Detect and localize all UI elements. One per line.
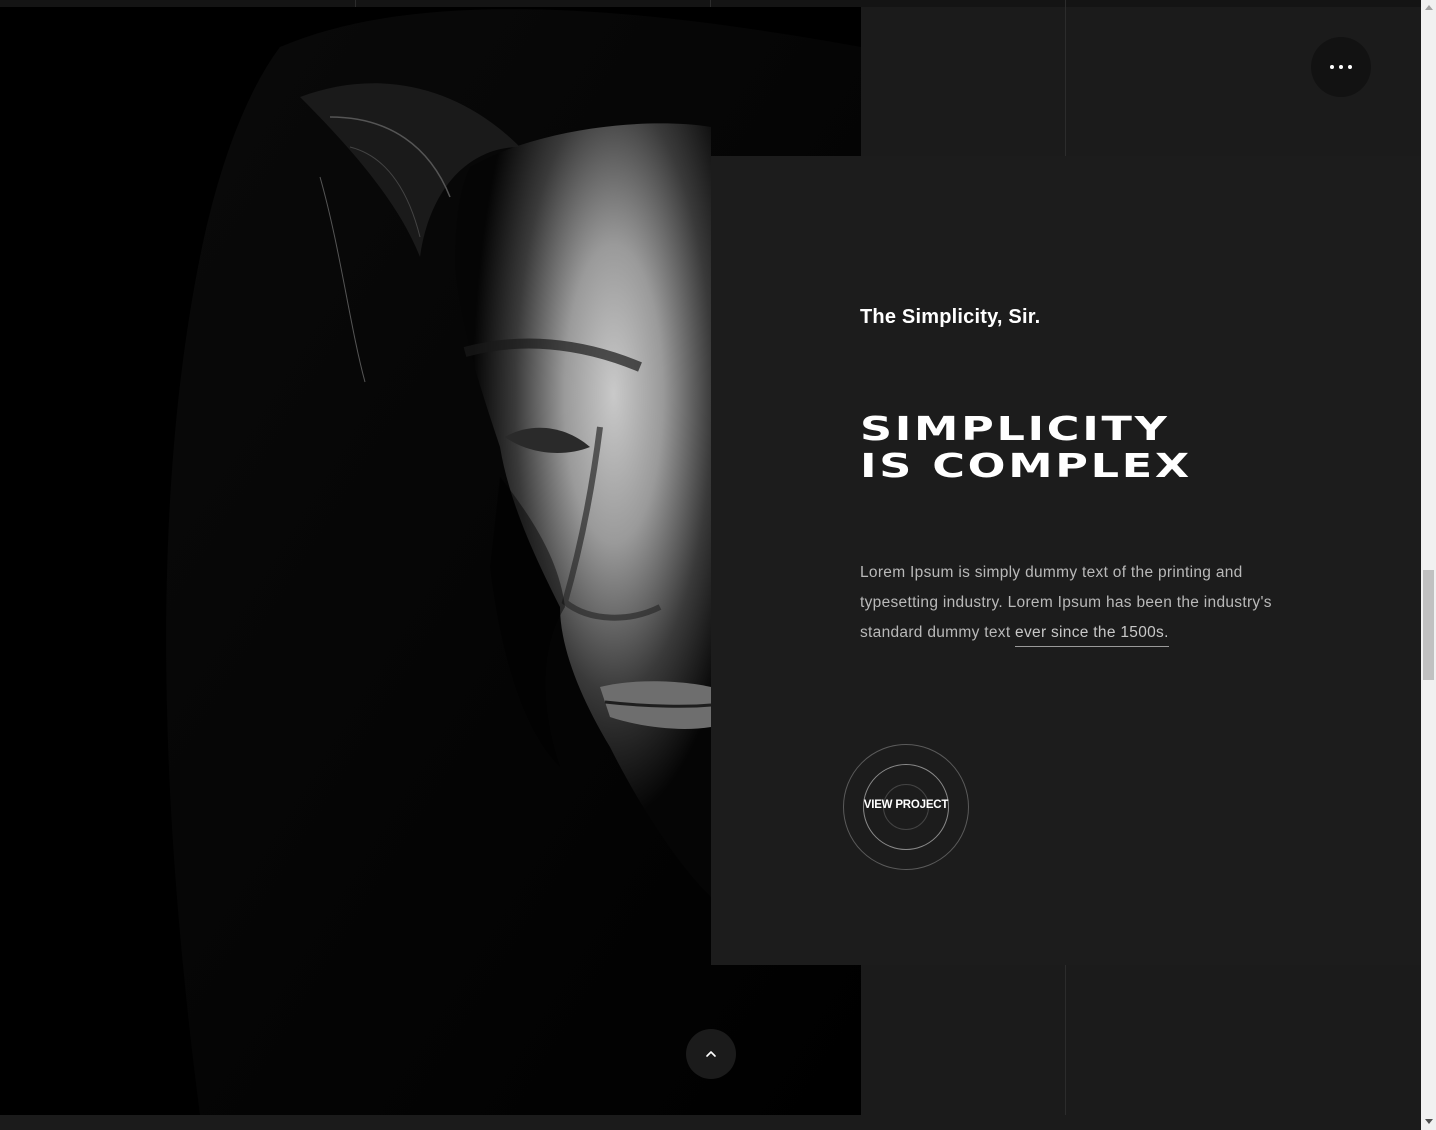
headline-line-1: SIMPLICITY: [860, 409, 1170, 448]
body-paragraph: Lorem Ipsum is simply dummy text of the …: [860, 558, 1290, 648]
bottom-strip: [0, 1115, 1421, 1130]
chevron-up-icon: [706, 1051, 716, 1057]
scroll-up-arrow-icon[interactable]: [1421, 0, 1436, 14]
more-horizontal-icon-dot: [1339, 65, 1343, 69]
more-horizontal-icon-dot: [1348, 65, 1352, 69]
content-panel: The Simplicity, Sir. SIMPLICITY IS COMPL…: [711, 156, 1421, 965]
scroll-to-top-button[interactable]: [686, 1029, 736, 1079]
headline-line-2: IS COMPLEX: [860, 446, 1192, 485]
scroll-down-arrow-icon[interactable]: [1421, 1114, 1436, 1128]
body-link[interactable]: ever since the 1500s.: [1015, 624, 1169, 647]
page: The Simplicity, Sir. SIMPLICITY IS COMPL…: [0, 0, 1436, 1130]
menu-button[interactable]: [1311, 37, 1371, 97]
section-subtitle: The Simplicity, Sir.: [860, 306, 1041, 328]
scrollbar[interactable]: [1421, 0, 1436, 1130]
scrollbar-thumb[interactable]: [1423, 570, 1434, 680]
view-project-label: VIEW PROJECT: [863, 799, 949, 811]
page-title: SIMPLICITY IS COMPLEX: [860, 410, 1192, 484]
view-project-button[interactable]: VIEW PROJECT: [843, 744, 969, 870]
more-horizontal-icon: [1330, 65, 1334, 69]
